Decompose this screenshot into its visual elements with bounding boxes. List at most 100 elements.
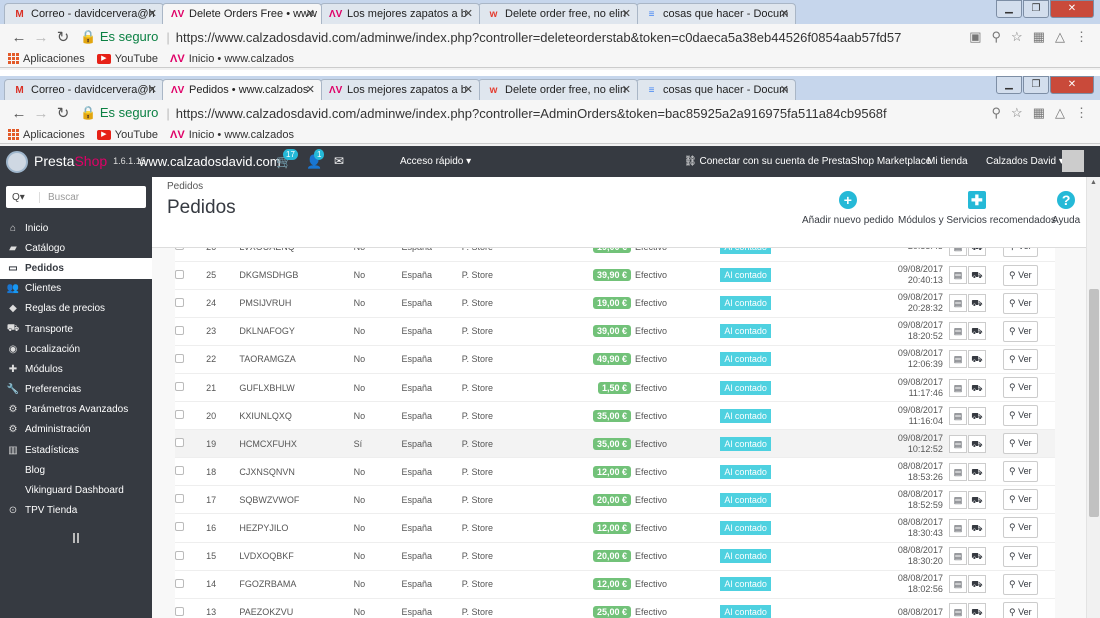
maximize-button[interactable]: ❐: [1023, 76, 1049, 94]
view-order-button[interactable]: ⚲ Ver: [1002, 461, 1038, 483]
view-order-button[interactable]: ⚲ Ver: [1002, 292, 1038, 314]
bookmark-youtube[interactable]: ▶ YouTube: [96, 129, 158, 141]
bookmark-apps[interactable]: Aplicaciones: [8, 129, 85, 141]
extension-icon[interactable]: ▦: [1033, 105, 1045, 121]
bookmark-star-icon[interactable]: ☆: [1011, 29, 1023, 45]
delivery-truck-icon[interactable]: ⛟: [967, 547, 986, 566]
delivery-truck-icon[interactable]: ⛟: [967, 350, 986, 369]
invoice-file-icon[interactable]: ▤: [948, 547, 967, 566]
zoom-icon[interactable]: ⚲: [992, 29, 1002, 45]
close-tab-icon[interactable]: ✕: [780, 80, 789, 100]
order-status[interactable]: Al contado: [720, 492, 771, 507]
sidebar-item-modulos[interactable]: ✚ Módulos: [0, 359, 152, 379]
order-status[interactable]: Al contado: [720, 520, 771, 535]
browser-tab[interactable]: w Delete order free, no elin ✕: [478, 3, 638, 24]
table-row[interactable]: 17 SQBWZVWOF No España P. Store 20,00 € Efecti…: [175, 485, 1055, 515]
row-checkbox[interactable]: [175, 248, 184, 251]
delivery-truck-icon[interactable]: ⛟: [967, 462, 986, 481]
table-row[interactable]: 26 LVXOUAENQ No España P. Store 19,00 €Efecti…: [175, 248, 1055, 262]
invoice-file-icon[interactable]: ▤: [948, 294, 967, 313]
minimize-button[interactable]: ▁: [996, 0, 1022, 18]
row-checkbox[interactable]: [175, 438, 184, 448]
row-checkbox[interactable]: [175, 269, 184, 279]
table-row[interactable]: 19 HCMCXFUHX Sí España P. Store 35,00 € Efecti…: [175, 429, 1055, 459]
invoice-file-icon[interactable]: ▤: [948, 322, 967, 341]
order-status[interactable]: Al contado: [720, 605, 771, 618]
invoice-file-icon[interactable]: ▤: [948, 575, 967, 594]
bookmark-inicio[interactable]: ΛV Inicio • www.calzados: [170, 53, 294, 65]
sidebar-item-preferencias[interactable]: 🔧 Preferencias: [0, 380, 152, 400]
view-order-button[interactable]: ⚲ Ver: [1002, 248, 1038, 258]
close-tab-icon[interactable]: ✕: [148, 4, 157, 24]
table-row[interactable]: 15 LVDXOQBKF No España P. Store 20,00 € Efecti…: [175, 542, 1055, 571]
order-status[interactable]: Al contado: [720, 549, 771, 564]
zoom-icon[interactable]: ⚲: [992, 105, 1002, 121]
view-order-button[interactable]: ⚲ Ver: [1002, 377, 1038, 399]
row-checkbox[interactable]: [175, 522, 184, 532]
close-tab-icon[interactable]: ✕: [306, 4, 315, 24]
url-field[interactable]: | https://www.calzadosdavid.com/adminwe/i…: [166, 106, 991, 121]
sidebar-item-parametros-avanzados[interactable]: ⚙ Parámetros Avanzados: [0, 400, 152, 420]
table-row[interactable]: 21 GUFLXBHLW No España P. Store 1,50 € Efectiv…: [175, 373, 1055, 403]
delivery-truck-icon[interactable]: ⛟: [967, 518, 986, 537]
row-checkbox[interactable]: [175, 325, 184, 335]
my-shop-link[interactable]: Mi tienda: [927, 146, 968, 177]
reload-icon[interactable]: ↻: [52, 28, 74, 46]
url-field[interactable]: | https://www.calzadosdavid.com/adminwe/i…: [166, 30, 969, 45]
bookmark-star-icon[interactable]: ☆: [1011, 105, 1023, 121]
view-order-button[interactable]: ⚲ Ver: [1002, 573, 1038, 595]
sidebar-item-clientes[interactable]: 👥 Clientes: [0, 279, 152, 299]
forward-arrow-icon[interactable]: →: [30, 29, 52, 46]
table-row[interactable]: 24 PMSIJVRUH No España P. Store 19,00 € Efecti…: [175, 289, 1055, 318]
order-status[interactable]: Al contado: [720, 577, 771, 592]
delivery-truck-icon[interactable]: ⛟: [967, 406, 986, 425]
row-checkbox[interactable]: [175, 550, 184, 560]
delivery-truck-icon[interactable]: ⛟: [967, 603, 986, 618]
delivery-truck-icon[interactable]: ⛟: [967, 294, 986, 313]
sidebar-item-blog[interactable]: Blog: [0, 460, 152, 480]
search-input[interactable]: Buscar: [40, 192, 79, 203]
sidebar-item-localizacion[interactable]: ◉ Localización: [0, 339, 152, 359]
row-checkbox[interactable]: [175, 578, 184, 588]
table-row[interactable]: 23 DKLNAFOGY No España P. Store 39,00 € Efecti…: [175, 317, 1055, 346]
bookmark-inicio[interactable]: ΛV Inicio • www.calzados: [170, 129, 294, 141]
table-row[interactable]: 22 TAORAMGZA No España P. Store 49,90 € Efecti…: [175, 345, 1055, 374]
row-checkbox[interactable]: [175, 606, 184, 616]
row-checkbox[interactable]: [175, 466, 184, 476]
help-button[interactable]: ? Ayuda: [1052, 191, 1080, 226]
invoice-file-icon[interactable]: ▤: [948, 378, 967, 397]
scroll-up-icon[interactable]: ▲: [1090, 179, 1097, 186]
menu-kebab-icon[interactable]: ⋮: [1075, 29, 1088, 45]
sidebar-item-catalogo[interactable]: ▰ Catálogo: [0, 238, 152, 258]
order-status[interactable]: Al contado: [720, 436, 771, 451]
close-tab-icon[interactable]: ✕: [622, 4, 631, 24]
browser-tab[interactable]: ≡ cosas que hacer - Docum ✕: [636, 3, 796, 24]
table-row[interactable]: 20 KXIUNLQXQ No España P. Store 35,00 € Efecti…: [175, 401, 1055, 431]
breadcrumb[interactable]: Pedidos: [167, 181, 203, 192]
forward-arrow-icon[interactable]: →: [30, 105, 52, 122]
table-row[interactable]: 13 PAEZOKZVU No España P. Store 25,00 € Efecti…: [175, 598, 1055, 618]
close-window-button[interactable]: ✕: [1050, 76, 1094, 94]
browser-tab[interactable]: M Correo - davidcervera@h ✕: [4, 3, 164, 24]
row-checkbox[interactable]: [175, 382, 184, 392]
menu-kebab-icon[interactable]: ⋮: [1075, 105, 1088, 121]
invoice-file-icon[interactable]: ▤: [948, 350, 967, 369]
delivery-truck-icon[interactable]: ⛟: [967, 248, 986, 256]
view-order-button[interactable]: ⚲ Ver: [1002, 405, 1038, 427]
table-row[interactable]: 18 CJXNSQNVN No España P. Store 12,00 € Efecti…: [175, 457, 1055, 487]
row-checkbox[interactable]: [175, 410, 184, 420]
invoice-file-icon[interactable]: ▤: [948, 434, 967, 453]
close-tab-icon[interactable]: ✕: [148, 80, 157, 100]
site-name-link[interactable]: www.calzadosdavid.com: [139, 146, 281, 177]
quick-access-menu[interactable]: Acceso rápido ▾: [400, 146, 471, 177]
close-tab-icon[interactable]: ✕: [306, 80, 315, 100]
delivery-truck-icon[interactable]: ⛟: [967, 434, 986, 453]
browser-tab[interactable]: ΛV Pedidos • www.calzados ✕: [162, 79, 322, 100]
employee-menu[interactable]: Calzados David ▾: [986, 146, 1064, 177]
browser-tab[interactable]: ≡ cosas que hacer - Docum ✕: [636, 79, 796, 100]
order-status[interactable]: Al contado: [720, 408, 771, 423]
scrollbar-thumb[interactable]: [1089, 289, 1099, 517]
row-checkbox[interactable]: [175, 353, 184, 363]
browser-tab[interactable]: ΛV Los mejores zapatos a b ✕: [320, 79, 480, 100]
reload-icon[interactable]: ↻: [52, 104, 74, 122]
